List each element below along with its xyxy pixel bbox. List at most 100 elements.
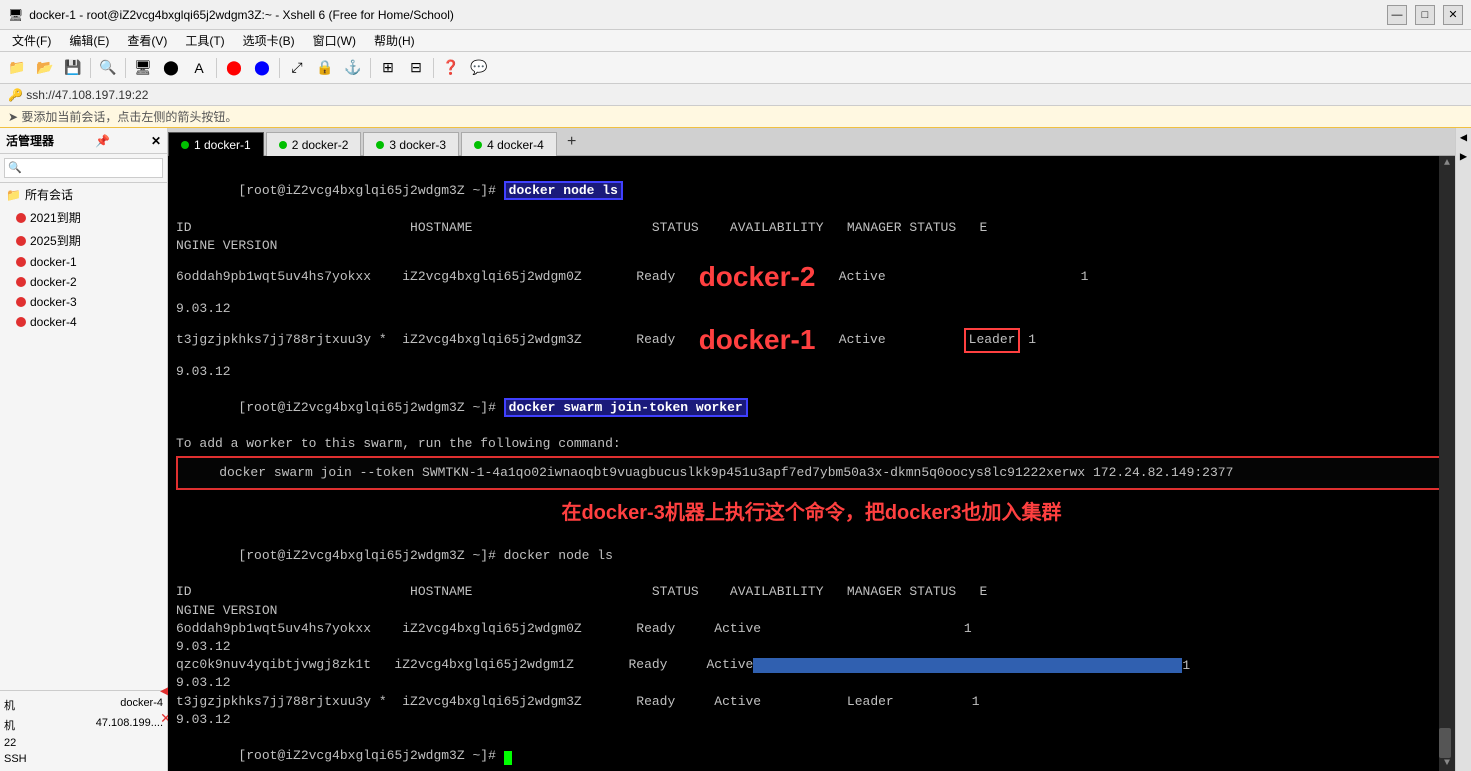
- prompt2: [root@iZ2vcg4bxglqi65j2wdgm3Z ~]#: [238, 400, 503, 415]
- menu-help[interactable]: 帮助(H): [366, 30, 423, 51]
- scrollbar[interactable]: ▲ ▼: [1439, 156, 1455, 771]
- session-docker3-label: docker-3: [30, 295, 77, 309]
- menu-bar: 文件(F) 编辑(E) 查看(V) 工具(T) 选项卡(B) 窗口(W) 帮助(…: [0, 30, 1471, 52]
- annotation-text: 在docker-3机器上执行这个命令，把docker3也加入集群: [176, 496, 1447, 525]
- terminal[interactable]: [root@iZ2vcg4bxglqi65j2wdgm3Z ~]# docker…: [168, 156, 1455, 771]
- status-dot-docker4: [16, 317, 26, 327]
- menu-file[interactable]: 文件(F): [4, 30, 59, 51]
- menu-tools[interactable]: 工具(T): [177, 30, 232, 51]
- terminal-row4-ver: 9.03.12: [176, 674, 1447, 692]
- title-bar: 🖥 docker-1 - root@iZ2vcg4bxglqi65j2wdgm3…: [0, 0, 1471, 30]
- scroll-down-arrow[interactable]: ▼: [1444, 758, 1450, 769]
- terminal-row2: t3jgzjpkhks7jj788rjtxuu3y * iZ2vcg4bxglq…: [176, 318, 1447, 363]
- sidebar-item-all-sessions[interactable]: 📁 所有会话: [0, 183, 167, 206]
- status-dot-docker3: [16, 297, 26, 307]
- arrow-icon: ➤: [8, 110, 18, 124]
- terminal-subheader1: NGINE VERSION: [176, 237, 1447, 255]
- session-docker4-label: docker-4: [30, 315, 77, 329]
- tab-docker2[interactable]: 2 docker-2: [266, 132, 362, 156]
- docker1-annotation: docker-1: [699, 318, 816, 363]
- scrollbar-thumb[interactable]: [1439, 728, 1451, 758]
- scroll-up-arrow[interactable]: ▲: [1444, 158, 1450, 169]
- tab-dot-docker3: [376, 141, 384, 149]
- tab-bar: 1 docker-1 2 docker-2 3 docker-3 4 docke…: [168, 128, 1455, 156]
- bottom-ip-value: 47.108.199....: [96, 717, 163, 733]
- tab-docker1[interactable]: 1 docker-1: [168, 132, 264, 156]
- toolbar-grid[interactable]: ⊞: [375, 55, 401, 81]
- ssh-bar: 🔑 ssh://47.108.197.19:22: [0, 84, 1471, 106]
- ssh-address: ssh://47.108.197.19:22: [26, 88, 148, 102]
- bottom-proto-value: SSH: [4, 753, 27, 765]
- tab-add-button[interactable]: +: [559, 129, 585, 155]
- sidebar-tree: 📁 所有会话 2021到期 2025到期 docker-1: [0, 183, 167, 690]
- right-panel: ◀ ▶: [1455, 128, 1471, 771]
- sidebar-item-2025[interactable]: 2025到期: [10, 229, 167, 252]
- all-sessions-label: 所有会话: [25, 186, 73, 203]
- toolbar-chat[interactable]: 💬: [466, 55, 492, 81]
- tab-docker4[interactable]: 4 docker-4: [461, 132, 557, 156]
- terminal-row1-ver: 9.03.12: [176, 300, 1447, 318]
- menu-window[interactable]: 窗口(W): [305, 30, 364, 51]
- terminal-row2-ver: 9.03.12: [176, 363, 1447, 381]
- toolbar-circle[interactable]: ⬤: [158, 55, 184, 81]
- tab-label-docker3: 3 docker-3: [389, 138, 446, 152]
- prompt1: [root@iZ2vcg4bxglqi65j2wdgm3Z ~]#: [238, 183, 503, 198]
- sidebar-close-icon[interactable]: ✕: [151, 134, 161, 148]
- toolbar-find[interactable]: 🔍: [95, 55, 121, 81]
- terminal-row5-ver: 9.03.12: [176, 711, 1447, 729]
- toolbar-red[interactable]: ⬤: [221, 55, 247, 81]
- bottom-port-value: 22: [4, 737, 16, 749]
- sidebar-item-2021[interactable]: 2021到期: [10, 206, 167, 229]
- toolbar-lock[interactable]: 🔒: [312, 55, 338, 81]
- warning-text: 要添加当前会话，点击左侧的箭头按钮。: [21, 108, 237, 125]
- tab-dot-docker2: [279, 141, 287, 149]
- toolbar-save[interactable]: 💾: [60, 55, 86, 81]
- join-cmd-text: docker swarm join --token SWMTKN-1-4a1qo…: [188, 465, 1233, 480]
- sidebar-item-docker1[interactable]: docker-1: [10, 252, 167, 272]
- tab-docker3[interactable]: 3 docker-3: [363, 132, 459, 156]
- toolbar-open[interactable]: 📂: [32, 55, 58, 81]
- toolbar-new[interactable]: 📁: [4, 55, 30, 81]
- menu-view[interactable]: 查看(V): [119, 30, 175, 51]
- sidebar-pin-icon[interactable]: 📌: [95, 134, 110, 148]
- prompt3: [root@iZ2vcg4bxglqi65j2wdgm3Z ~]# docker…: [238, 548, 612, 563]
- bottom-ip-label: 机: [4, 717, 15, 733]
- content-area: 1 docker-1 2 docker-2 3 docker-3 4 docke…: [168, 128, 1455, 771]
- join-info: To add a worker to this swarm, run the f…: [176, 435, 1447, 453]
- sidebar-item-docker3[interactable]: docker-3: [10, 292, 167, 312]
- toolbar-anchor[interactable]: ⚓: [340, 55, 366, 81]
- sidebar: 活管理器 📌 ✕ 📁 所有会话 2021到期 2025到期: [0, 128, 168, 771]
- toolbar-blue[interactable]: ⬤: [249, 55, 275, 81]
- terminal-line-cmd3: [root@iZ2vcg4bxglqi65j2wdgm3Z ~]# docker…: [176, 529, 1447, 584]
- toolbar-font[interactable]: A: [186, 55, 212, 81]
- folder-icon: 📁: [6, 188, 21, 202]
- app-icon: 🖥: [8, 8, 23, 22]
- docker2-annotation: docker-2: [699, 255, 816, 300]
- toolbar-grid2[interactable]: ⊟: [403, 55, 429, 81]
- minimize-button[interactable]: —: [1387, 5, 1407, 25]
- toolbar-connect[interactable]: 🖥: [130, 55, 156, 81]
- leader-badge: Leader: [964, 328, 1021, 353]
- sidebar-item-docker2[interactable]: docker-2: [10, 272, 167, 292]
- row4-end: 1: [1182, 658, 1190, 673]
- maximize-button[interactable]: □: [1415, 5, 1435, 25]
- cmd1-highlight: docker node ls: [504, 181, 623, 200]
- cmd2-highlight: docker swarm join-token worker: [504, 398, 748, 417]
- sidebar-search-input[interactable]: [4, 158, 163, 178]
- right-icon-2[interactable]: ▶: [1460, 149, 1467, 164]
- status-dot-docker1: [16, 257, 26, 267]
- toolbar-resize[interactable]: ⤢: [284, 55, 310, 81]
- annotation-line: 在docker-3机器上执行这个命令，把docker3也加入集群: [176, 492, 1447, 529]
- tab-dot-docker4: [474, 141, 482, 149]
- menu-tabs[interactable]: 选项卡(B): [235, 30, 303, 51]
- status-dot-2021: [16, 213, 26, 223]
- session-docker2-label: docker-2: [30, 275, 77, 289]
- right-icon-1[interactable]: ◀: [1460, 130, 1467, 145]
- status-dot-docker2: [16, 277, 26, 287]
- close-button[interactable]: ✕: [1443, 5, 1463, 25]
- join-cmd-box: docker swarm join --token SWMTKN-1-4a1qo…: [176, 456, 1447, 490]
- toolbar-help[interactable]: ❓: [438, 55, 464, 81]
- bottom-machine-value: docker-4: [120, 697, 163, 713]
- menu-edit[interactable]: 编辑(E): [61, 30, 117, 51]
- sidebar-item-docker4[interactable]: docker-4: [10, 312, 167, 332]
